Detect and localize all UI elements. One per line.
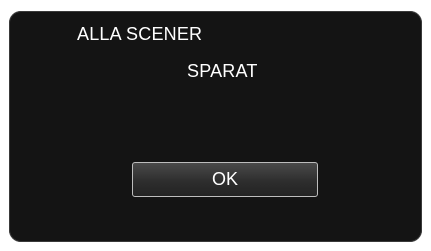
message-line-2: SPARAT: [187, 61, 258, 81]
ok-button-label: OK: [211, 169, 238, 189]
message-line-1: ALLA SCENER: [77, 24, 203, 44]
ok-button[interactable]: OK: [132, 162, 318, 197]
dialog-screen: ALLA SCENER SPARAT OK: [9, 11, 422, 242]
